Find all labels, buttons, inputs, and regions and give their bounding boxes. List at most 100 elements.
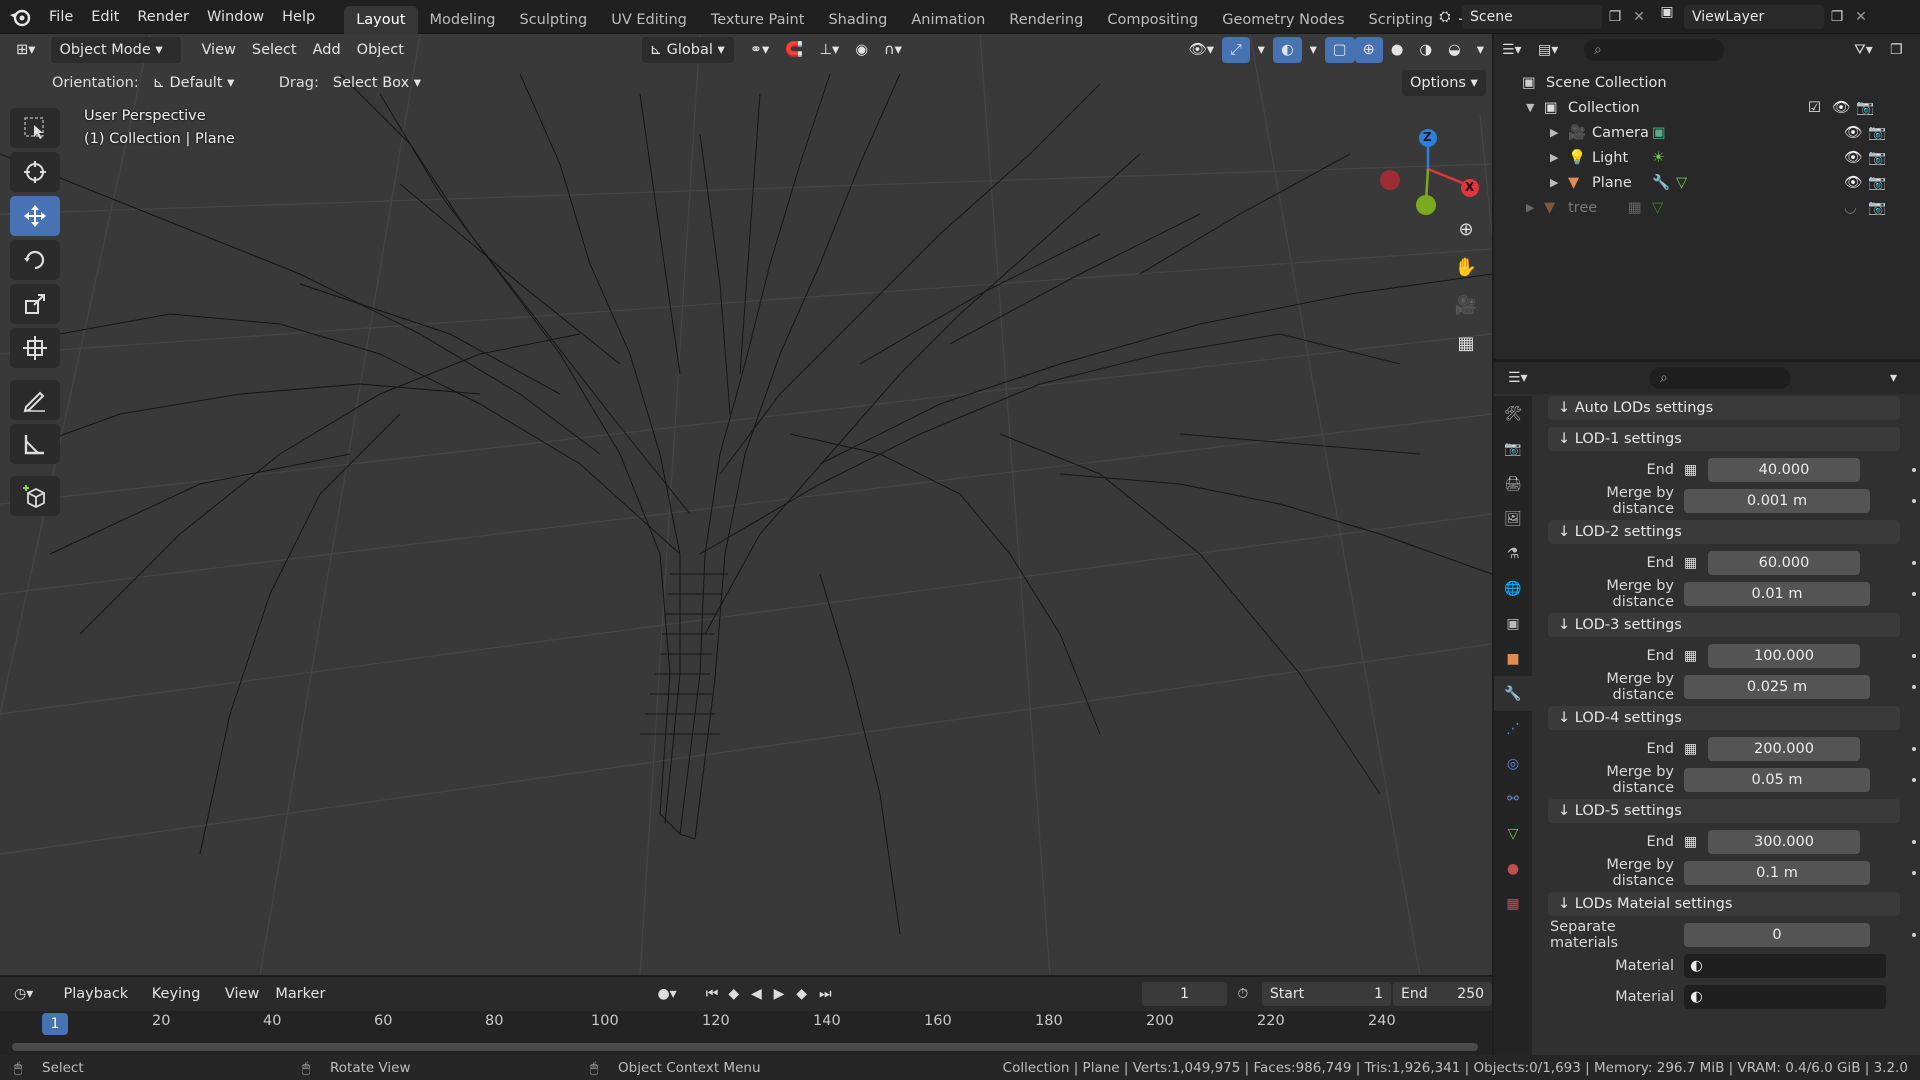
display-mode-icon[interactable]: ▤▾: [1538, 42, 1574, 58]
zoom-icon[interactable]: ⊕: [1450, 214, 1482, 246]
tab-layout[interactable]: Layout: [344, 5, 418, 34]
editor-type-icon[interactable]: ⊞▾: [8, 37, 43, 63]
new-view-layer-icon[interactable]: ❐: [1824, 9, 1850, 25]
expand-camera-icon[interactable]: ▶: [1550, 126, 1568, 139]
tree-particles-icon[interactable]: ▦: [1628, 200, 1652, 216]
options-button[interactable]: Options ▾: [1402, 70, 1486, 96]
menu-help[interactable]: Help: [273, 0, 324, 34]
material-2-field[interactable]: ◐: [1684, 985, 1886, 1009]
shading-material-icon[interactable]: ◑: [1411, 37, 1440, 63]
menu-view[interactable]: View: [193, 37, 243, 63]
physics-tab-icon[interactable]: ◎: [1494, 746, 1532, 781]
shading-wireframe-icon[interactable]: ⊕: [1354, 37, 1383, 63]
navigation-gizmo[interactable]: Z X: [1370, 114, 1480, 224]
play-reverse-icon[interactable]: ◀: [751, 986, 774, 1002]
tree-render-icon[interactable]: 📷: [1868, 199, 1892, 216]
lod-2-end-anim-dot[interactable]: [1912, 561, 1916, 565]
outliner-row-plane[interactable]: ▶ ▼ Plane 🔧 ▽ 👁 📷: [1522, 170, 1920, 195]
lod-1-merge-field[interactable]: 0.001 m: [1684, 489, 1870, 513]
record-icon[interactable]: ●▾: [657, 986, 685, 1002]
section-auto-lods[interactable]: ↓ Auto LODs settings: [1548, 396, 1900, 420]
menu-window[interactable]: Window: [198, 0, 273, 34]
modifier-tab-icon[interactable]: 🔧: [1494, 676, 1532, 711]
camera-view-icon[interactable]: 🎥: [1450, 290, 1482, 322]
menu-timeline-view[interactable]: View: [217, 981, 267, 1007]
lod-1-keyframe-icon[interactable]: ▦: [1684, 462, 1708, 478]
material-tab-icon[interactable]: ●: [1494, 851, 1532, 886]
menu-render[interactable]: Render: [128, 0, 198, 34]
visibility-icon[interactable]: 👁▾: [1180, 37, 1222, 63]
prev-keyframe-icon[interactable]: ◆: [728, 986, 751, 1002]
measure-tool[interactable]: [10, 424, 60, 464]
world-tab-icon[interactable]: 🌐: [1494, 571, 1532, 606]
plane-render-icon[interactable]: 📷: [1868, 174, 1892, 191]
menu-marker[interactable]: Marker: [267, 981, 333, 1007]
lod-2-end-field[interactable]: 60.000: [1708, 551, 1860, 575]
falloff-icon[interactable]: ∩▾: [876, 37, 910, 63]
current-frame-field[interactable]: 1: [1141, 982, 1228, 1006]
tab-shading[interactable]: Shading: [816, 6, 899, 34]
outliner-row-light[interactable]: ▶ 💡 Light ☀ 👁 📷: [1522, 145, 1920, 170]
plane-modifier-icon[interactable]: 🔧: [1652, 174, 1676, 191]
lod-5-end-anim-dot[interactable]: [1912, 840, 1916, 844]
tab-sculpting[interactable]: Sculpting: [507, 6, 599, 34]
separate-materials-field[interactable]: 0: [1684, 923, 1870, 947]
tree-visibility-icon[interactable]: ◡: [1844, 200, 1868, 216]
end-frame-field[interactable]: End 250: [1393, 982, 1493, 1006]
lod-5-end-field[interactable]: 300.000: [1708, 830, 1860, 854]
render-tab-icon[interactable]: 📷: [1494, 431, 1532, 466]
move-tool[interactable]: [10, 196, 60, 236]
jump-end-icon[interactable]: ⏭: [819, 986, 842, 1002]
scene-field[interactable]: Scene: [1462, 5, 1602, 29]
separate-materials-anim-dot[interactable]: [1912, 933, 1916, 937]
expand-collection-icon[interactable]: ▼: [1526, 101, 1544, 114]
lod-2-merge-field[interactable]: 0.01 m: [1684, 582, 1870, 606]
light-data-icon[interactable]: ☀: [1652, 150, 1844, 166]
lod-2-merge-anim-dot[interactable]: [1912, 592, 1916, 596]
data-tab-icon[interactable]: ▽: [1494, 816, 1532, 851]
play-icon[interactable]: ▶: [774, 986, 797, 1002]
menu-playback[interactable]: Playback ▾: [56, 981, 144, 1028]
select-box-tool[interactable]: [10, 108, 60, 148]
transform-orientation-select[interactable]: ⊾ Global ▾: [641, 37, 734, 63]
texture-tab-icon[interactable]: ▦: [1494, 886, 1532, 921]
outliner-editor-type-icon[interactable]: ☰▾: [1502, 42, 1538, 58]
collection-tab-icon[interactable]: ▣: [1494, 606, 1532, 641]
shading-dropdown-icon[interactable]: ▾: [1469, 37, 1492, 63]
tab-texture-paint[interactable]: Texture Paint: [699, 6, 817, 34]
collection-render-icon[interactable]: 📷: [1856, 99, 1880, 116]
xray-icon[interactable]: ▢: [1324, 37, 1355, 63]
expand-plane-icon[interactable]: ▶: [1550, 176, 1568, 189]
delete-view-layer-icon[interactable]: ✕: [1850, 9, 1872, 25]
menu-file[interactable]: File: [40, 0, 82, 34]
plane-visibility-icon[interactable]: 👁: [1844, 174, 1868, 191]
new-scene-icon[interactable]: ❐: [1602, 9, 1628, 25]
view-layer-tab-icon[interactable]: 🖼: [1494, 501, 1532, 536]
lod-4-merge-field[interactable]: 0.05 m: [1684, 768, 1870, 792]
pan-hand-icon[interactable]: ✋: [1450, 252, 1482, 284]
tab-rendering[interactable]: Rendering: [997, 6, 1095, 34]
drag-select[interactable]: Select Box ▾: [325, 70, 429, 96]
plane-mesh-data-icon[interactable]: ▽: [1676, 175, 1844, 191]
scale-tool[interactable]: [10, 284, 60, 324]
menu-keying[interactable]: Keying ▾: [144, 981, 217, 1028]
outliner-row-camera[interactable]: ▶ 🎥 Camera ▣ 👁 📷: [1522, 120, 1920, 145]
pivot-icon[interactable]: ⚭▾: [742, 37, 777, 63]
lod-5-merge-field[interactable]: 0.1 m: [1684, 861, 1870, 885]
section-lod-3[interactable]: ↓ LOD-3 settings: [1548, 613, 1900, 637]
menu-edit[interactable]: Edit: [82, 0, 128, 34]
lod-3-merge-anim-dot[interactable]: [1912, 685, 1916, 689]
lod-3-end-anim-dot[interactable]: [1912, 654, 1916, 658]
jump-start-icon[interactable]: ⏮: [706, 986, 729, 1002]
tab-modeling[interactable]: Modeling: [418, 6, 508, 34]
section-lod-2[interactable]: ↓ LOD-2 settings: [1548, 520, 1900, 544]
cursor-tool[interactable]: [10, 152, 60, 192]
gizmo-dropdown-icon[interactable]: ▾: [1250, 37, 1273, 63]
preview-range-icon[interactable]: ⏱: [1237, 986, 1262, 1002]
blender-logo-icon[interactable]: [0, 0, 40, 34]
timeline-editor-type-icon[interactable]: ◷▾: [14, 986, 56, 1002]
collection-checkbox-icon[interactable]: ☑: [1808, 100, 1832, 116]
lod-3-end-field[interactable]: 100.000: [1708, 644, 1860, 668]
3d-viewport[interactable]: User Perspective (1) Collection | Plane …: [0, 34, 1492, 975]
outliner-row-collection[interactable]: ▼ ▣ Collection ☑ 👁 📷: [1522, 95, 1920, 120]
